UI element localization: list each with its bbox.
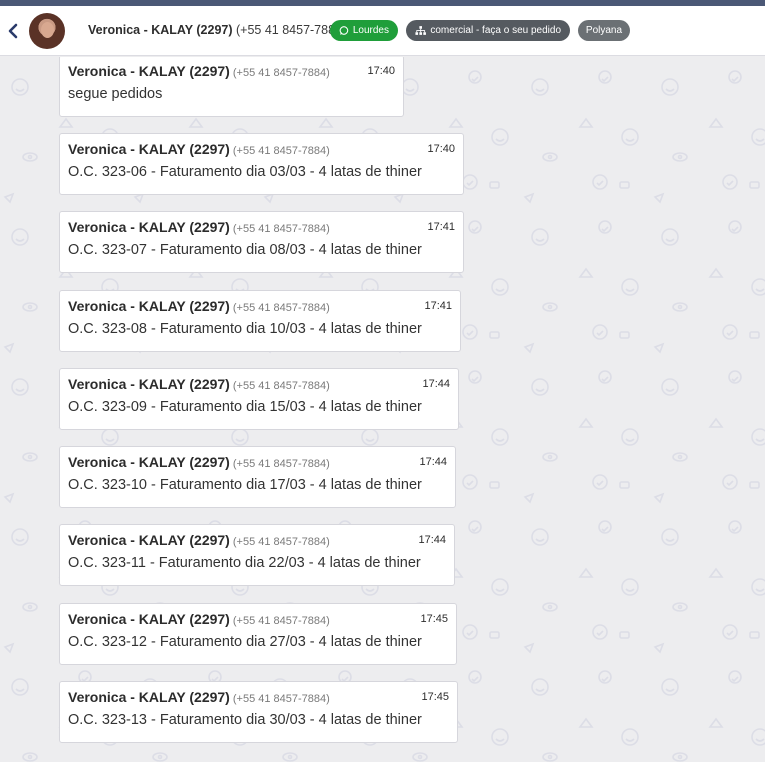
- message-bubble[interactable]: Veronica - KALAY (2297) (+55 41 8457-7884…: [59, 211, 464, 273]
- message-time: 17:44: [419, 456, 447, 468]
- message-time: 17:44: [422, 378, 450, 390]
- whatsapp-icon: [339, 26, 349, 35]
- tag-label: Polyana: [585, 25, 623, 36]
- message-time: 17:45: [421, 691, 449, 703]
- message-sender: Veronica - KALAY (2297): [68, 63, 230, 79]
- message-time: 17:41: [427, 221, 455, 233]
- avatar[interactable]: [29, 13, 65, 49]
- tag-polyana[interactable]: Polyana: [578, 20, 630, 41]
- message-text: O.C. 323-10 - Faturamento dia 17/03 - 4 …: [68, 477, 422, 493]
- message-phone: (+55 41 8457-7884): [232, 615, 330, 627]
- chat-header: Veronica - KALAY (2297) (+55 41 8457-788…: [0, 6, 765, 56]
- message-text: O.C. 323-09 - Faturamento dia 15/03 - 4 …: [68, 399, 422, 415]
- message-text: O.C. 323-07 - Faturamento dia 08/03 - 4 …: [68, 242, 422, 258]
- chat-area[interactable]: Veronica - KALAY (2297) (+55 41 8457-7884…: [0, 57, 765, 762]
- sitemap-icon: [415, 26, 426, 35]
- message-text: O.C. 323-08 - Faturamento dia 10/03 - 4 …: [68, 321, 422, 337]
- back-chevron-icon[interactable]: [6, 22, 20, 40]
- message-sender: Veronica - KALAY (2297): [68, 298, 230, 314]
- message-sender: Veronica - KALAY (2297): [68, 454, 230, 470]
- message-bubble[interactable]: Veronica - KALAY (2297) (+55 41 8457-7884…: [59, 133, 464, 195]
- message-phone: (+55 41 8457-7884): [232, 67, 330, 79]
- message-time: 17:45: [420, 613, 448, 625]
- message-time: 17:44: [418, 534, 446, 546]
- message-text: O.C. 323-11 - Faturamento dia 22/03 - 4 …: [68, 555, 421, 571]
- message-phone: (+55 41 8457-7884): [232, 380, 330, 392]
- message-sender: Veronica - KALAY (2297): [68, 611, 230, 627]
- message-text: segue pedidos: [68, 86, 163, 102]
- message-phone: (+55 41 8457-7884): [232, 145, 330, 157]
- message-phone: (+55 41 8457-7884): [232, 536, 330, 548]
- message-bubble[interactable]: Veronica - KALAY (2297) (+55 41 8457-7884…: [59, 290, 461, 352]
- message-bubble[interactable]: Veronica - KALAY (2297) (+55 41 8457-7884…: [59, 524, 455, 586]
- message-phone: (+55 41 8457-7884): [232, 302, 330, 314]
- message-phone: (+55 41 8457-7884): [232, 458, 330, 470]
- message-time: 17:40: [427, 143, 455, 155]
- message-bubble[interactable]: Veronica - KALAY (2297) (+55 41 8457-7884…: [59, 681, 458, 743]
- message-sender: Veronica - KALAY (2297): [68, 532, 230, 548]
- message-sender: Veronica - KALAY (2297): [68, 376, 230, 392]
- message-bubble[interactable]: Veronica - KALAY (2297) (+55 41 8457-7884…: [59, 603, 457, 665]
- message-text: O.C. 323-12 - Faturamento dia 27/03 - 4 …: [68, 634, 422, 650]
- message-sender: Veronica - KALAY (2297): [68, 689, 230, 705]
- message-text: O.C. 323-13 - Faturamento dia 30/03 - 4 …: [68, 712, 422, 728]
- message-phone: (+55 41 8457-7884): [232, 223, 330, 235]
- contact-title: Veronica - KALAY (2297) (+55 41 8457-788…: [88, 23, 346, 37]
- tag-label: Lourdes: [352, 25, 389, 36]
- contact-name: Veronica - KALAY (2297): [88, 23, 233, 37]
- tag-comercial[interactable]: comercial - faça o seu pedido: [406, 20, 570, 41]
- message-text: O.C. 323-06 - Faturamento dia 03/03 - 4 …: [68, 164, 422, 180]
- message-phone: (+55 41 8457-7884): [232, 693, 330, 705]
- message-bubble[interactable]: Veronica - KALAY (2297) (+55 41 8457-7884…: [59, 446, 456, 508]
- message-bubble[interactable]: Veronica - KALAY (2297) (+55 41 8457-7884…: [59, 57, 404, 117]
- message-time: 17:41: [424, 300, 452, 312]
- message-time: 17:40: [367, 65, 395, 77]
- tag-label: comercial - faça o seu pedido: [430, 25, 561, 36]
- message-bubble[interactable]: Veronica - KALAY (2297) (+55 41 8457-7884…: [59, 368, 459, 430]
- message-sender: Veronica - KALAY (2297): [68, 219, 230, 235]
- message-sender: Veronica - KALAY (2297): [68, 141, 230, 157]
- tag-lourdes[interactable]: Lourdes: [330, 20, 398, 41]
